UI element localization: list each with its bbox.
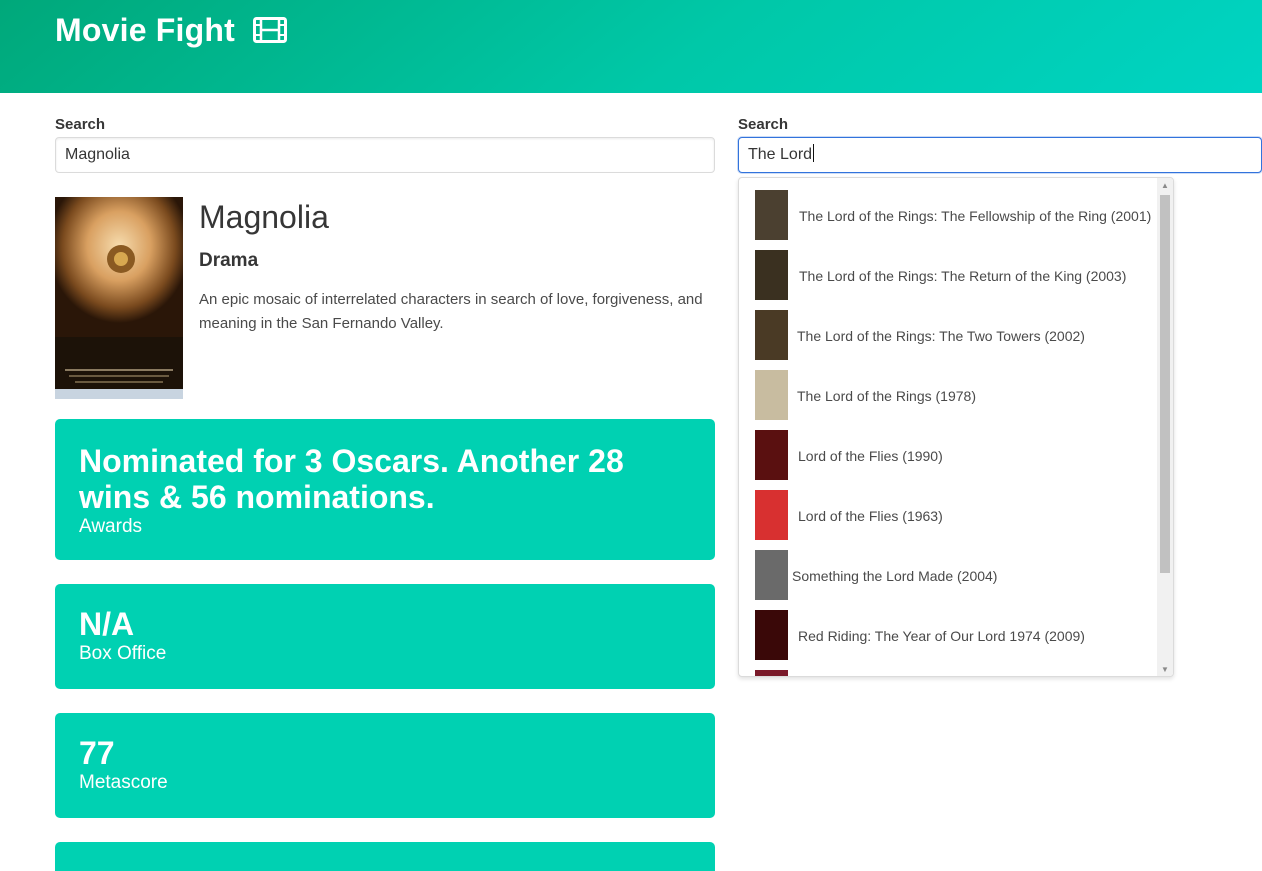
stat-box-office: N/A Box Office — [55, 584, 715, 689]
movie-details: Magnolia Drama An epic mosaic of interre… — [199, 197, 715, 336]
result-title: The Lord of the Rings: The Two Towers (2… — [797, 328, 1085, 344]
right-search-label: Search — [738, 116, 789, 133]
result-thumbnail — [755, 310, 788, 360]
result-item[interactable]: The Lord of the Rings: The Return of the… — [739, 246, 1159, 306]
movie-title: Magnolia — [199, 199, 329, 235]
left-search-label: Search — [55, 116, 106, 133]
stat-value-box-office: N/A — [79, 606, 135, 642]
movie-summary: Magnolia Drama An epic mosaic of interre… — [55, 197, 715, 399]
scroll-down-arrow-icon[interactable]: ▼ — [1157, 662, 1173, 676]
result-thumbnail — [755, 370, 788, 420]
result-title: Lord of the Flies (1990) — [798, 448, 943, 464]
result-item[interactable]: The Lord of the Rings: The Two Towers (2… — [739, 306, 1159, 366]
left-column: Search Magnolia Magnolia Drama An epic m… — [55, 115, 715, 871]
result-thumbnail — [755, 250, 788, 300]
text-caret — [813, 144, 815, 162]
dropdown-scrollbar[interactable]: ▲ ▼ — [1157, 178, 1173, 676]
left-search-input[interactable]: Magnolia — [55, 137, 715, 173]
stat-label-box-office: Box Office — [79, 643, 167, 664]
app-title: Movie Fight — [55, 11, 235, 48]
result-item[interactable]: Red Riding: The Year of Our Lord 1974 (2… — [739, 606, 1159, 666]
result-thumbnail-partial — [755, 670, 788, 676]
result-thumbnail — [755, 550, 788, 600]
result-title: The Lord of the Rings (1978) — [797, 388, 976, 404]
right-column: Search The Lord The Lord of the Rings: T… — [738, 115, 1262, 677]
stat-label-metascore: Metascore — [79, 772, 168, 793]
brand: Movie Fight — [55, 10, 287, 50]
scroll-thumb[interactable] — [1160, 195, 1170, 573]
stat-label-awards: Awards — [79, 516, 143, 537]
result-thumbnail — [755, 610, 788, 660]
result-item[interactable]: Something the Lord Made (2004) — [739, 546, 1159, 606]
left-search-value: Magnolia — [65, 146, 130, 163]
result-item[interactable]: The Lord of the Rings (1978) — [739, 366, 1159, 426]
stat-value-metascore: 77 — [79, 735, 115, 771]
search-results-dropdown[interactable]: The Lord of the Rings: The Fellowship of… — [738, 177, 1174, 677]
right-search-input[interactable]: The Lord — [738, 137, 1262, 173]
scroll-up-arrow-icon[interactable]: ▲ — [1157, 178, 1173, 194]
result-item[interactable]: The Lord of the Rings: The Fellowship of… — [739, 186, 1159, 246]
movie-genre: Drama — [199, 250, 259, 271]
result-item[interactable]: Lord of the Flies (1990) — [739, 426, 1159, 486]
result-title: Lord of the Flies (1963) — [798, 508, 943, 524]
movie-poster — [55, 197, 183, 399]
stat-metascore: 77 Metascore — [55, 713, 715, 818]
stat-value-awards: Nominated for 3 Oscars. Another 28 wins … — [79, 443, 624, 515]
result-thumbnail — [755, 490, 788, 540]
right-search-value: The Lord — [748, 146, 813, 163]
result-title: Something the Lord Made (2004) — [792, 568, 998, 584]
movie-plot: An epic mosaic of interrelated character… — [199, 291, 703, 332]
hero-header: Movie Fight — [0, 0, 1262, 93]
result-thumbnail — [755, 190, 788, 240]
result-item[interactable]: Lord of the Flies (1963) — [739, 486, 1159, 546]
result-title: The Lord of the Rings: The Fellowship of… — [799, 208, 1152, 224]
result-title: Red Riding: The Year of Our Lord 1974 (2… — [798, 628, 1085, 644]
film-icon — [252, 17, 287, 43]
result-title: The Lord of the Rings: The Return of the… — [799, 268, 1127, 284]
stat-awards: Nominated for 3 Oscars. Another 28 wins … — [55, 419, 715, 560]
stat-next — [55, 842, 715, 871]
result-thumbnail — [755, 430, 788, 480]
